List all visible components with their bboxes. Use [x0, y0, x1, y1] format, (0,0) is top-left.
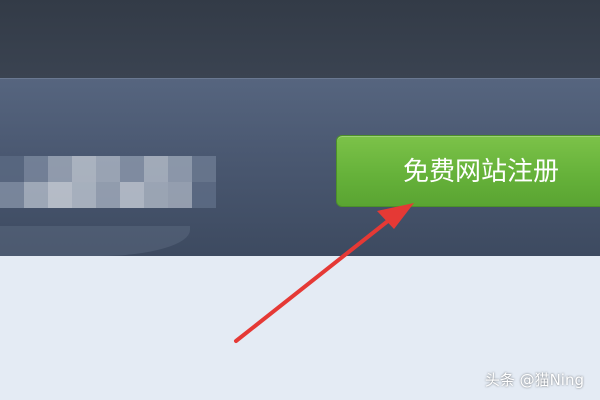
pixelated-censored-text	[0, 156, 220, 208]
top-dark-bar	[0, 0, 600, 78]
watermark-text: 头条 @猫Ning	[484, 371, 584, 389]
screenshot-crop: 免费网站注册 头条 @猫Ning	[0, 0, 600, 400]
free-register-button[interactable]: 免费网站注册	[336, 135, 600, 207]
